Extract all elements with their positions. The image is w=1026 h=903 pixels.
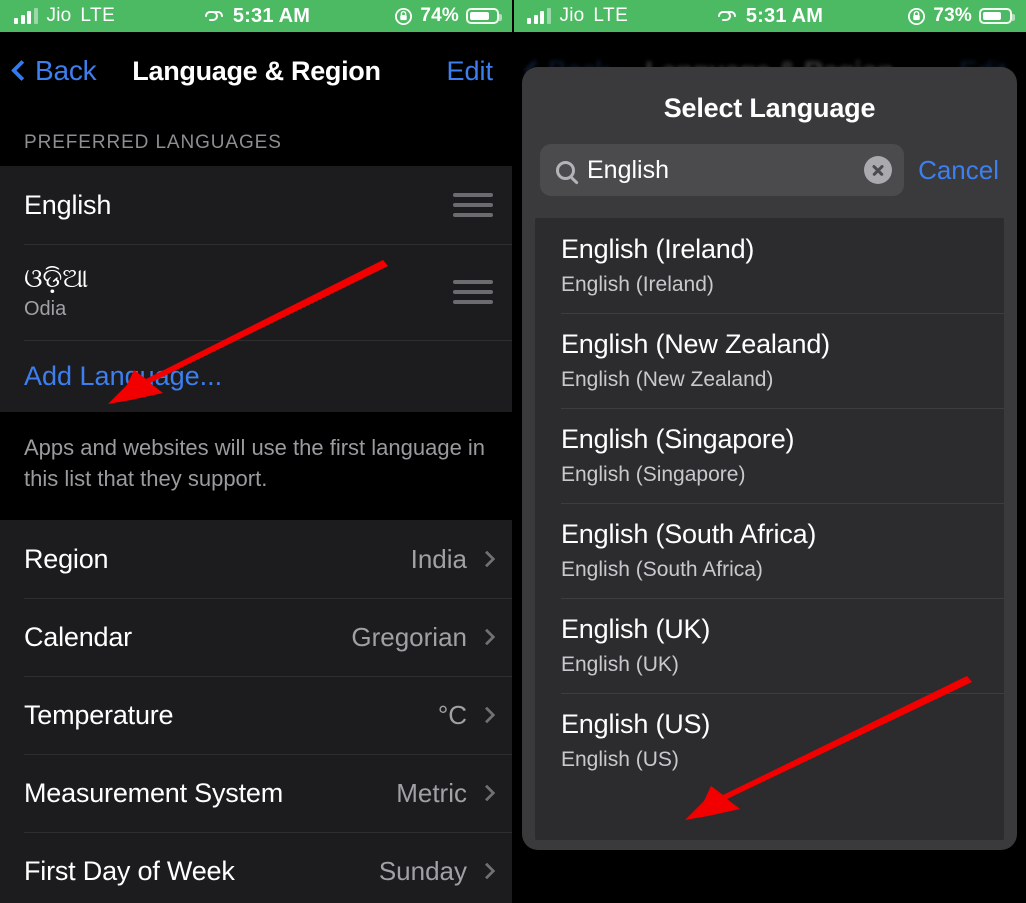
settings-row-calendar[interactable]: Calendar Gregorian xyxy=(0,598,513,676)
settings-row-label: Calendar xyxy=(24,621,132,652)
language-row-english[interactable]: English xyxy=(0,166,513,244)
back-button[interactable]: Back xyxy=(0,55,97,87)
language-name: English (South Africa) xyxy=(561,519,817,549)
list-item[interactable]: English (South Africa) English (South Af… xyxy=(535,503,1004,598)
sheet-title: Select Language xyxy=(663,93,876,123)
settings-row-value: Gregorian xyxy=(351,621,467,652)
left-navbar: Back Language & Region Edit xyxy=(0,32,513,110)
language-native-name: English (South Africa) xyxy=(561,558,763,581)
right-status-bar: Jio LTE 5:31 AM 73% xyxy=(513,0,1026,32)
language-name: English (UK) xyxy=(561,614,711,644)
screenshot-root: Jio LTE 5:31 AM 74% Back Language & Regi… xyxy=(0,0,1026,903)
chevron-right-icon xyxy=(478,784,496,802)
chevron-right-icon xyxy=(478,550,496,568)
language-name: English (Singapore) xyxy=(561,424,795,454)
search-bar: English Cancel xyxy=(522,144,1017,218)
search-icon xyxy=(556,160,575,180)
chevron-left-icon xyxy=(10,59,33,82)
list-item[interactable]: English (UK) English (UK) xyxy=(535,598,1004,693)
language-name: English (Ireland) xyxy=(561,234,755,264)
carrier-label: Jio xyxy=(559,5,585,26)
right-phone-pane: Jio LTE 5:31 AM 73% Select Language Engl… xyxy=(513,0,1026,903)
battery-icon xyxy=(979,8,1015,24)
edit-button[interactable]: Edit xyxy=(446,56,513,87)
clock-label: 5:31 AM xyxy=(745,4,824,27)
back-button-label: Back xyxy=(35,55,97,86)
cancel-button[interactable]: Cancel xyxy=(918,155,999,186)
list-item[interactable]: English (Ireland) English (Ireland) xyxy=(535,218,1004,313)
settings-row-label: Measurement System xyxy=(24,777,283,808)
chevron-right-icon xyxy=(478,706,496,724)
settings-row-label: First Day of Week xyxy=(24,855,235,886)
language-native-name: English (Ireland) xyxy=(561,273,714,296)
rotation-lock-icon xyxy=(395,7,413,25)
languages-footnote: Apps and websites will use the first lan… xyxy=(0,412,513,521)
left-phone-pane: Jio LTE 5:31 AM 74% Back Language & Regi… xyxy=(0,0,513,903)
language-results-list[interactable]: English (Ireland) English (Ireland) Engl… xyxy=(535,218,1004,840)
left-status-bar: Jio LTE 5:31 AM 74% xyxy=(0,0,513,32)
preferred-languages-header: PREFERRED LANGUAGES xyxy=(0,110,513,166)
settings-row-measurement-system[interactable]: Measurement System Metric xyxy=(0,754,513,832)
carrier-label: Jio xyxy=(46,5,72,26)
network-mode-label: LTE xyxy=(593,5,629,26)
clock-label: 5:31 AM xyxy=(232,4,311,27)
battery-icon xyxy=(466,8,502,24)
language-native-name: English (Singapore) xyxy=(561,463,746,486)
drag-handle-icon[interactable] xyxy=(453,193,493,217)
add-language-button[interactable]: Add Language... xyxy=(0,340,513,412)
settings-row-region[interactable]: Region India xyxy=(0,520,513,598)
chevron-right-icon xyxy=(478,628,496,646)
language-native-name: English (US) xyxy=(561,748,679,771)
settings-row-value: India xyxy=(410,543,467,574)
language-native-name: English (UK) xyxy=(561,653,679,676)
chain-link-icon xyxy=(204,11,223,21)
clear-circle-icon[interactable] xyxy=(864,156,893,184)
chain-link-icon xyxy=(717,11,736,21)
list-item[interactable]: English (Singapore) English (Singapore) xyxy=(535,408,1004,503)
pane-divider xyxy=(512,0,514,903)
network-mode-label: LTE xyxy=(80,5,116,26)
region-settings-group: Region India Calendar Gregorian Temperat… xyxy=(0,520,513,903)
drag-handle-icon[interactable] xyxy=(453,280,493,304)
language-name: English (New Zealand) xyxy=(561,329,830,359)
search-value: English xyxy=(587,155,669,184)
language-name: English xyxy=(24,189,112,220)
language-name: English (US) xyxy=(561,709,711,739)
language-row-odia[interactable]: ଓଡ଼ିଆ Odia xyxy=(0,244,513,340)
language-native-name: English (New Zealand) xyxy=(561,368,774,391)
signal-bars-icon xyxy=(527,8,551,24)
settings-row-value: Metric xyxy=(396,777,467,808)
battery-percent-label: 73% xyxy=(933,5,972,26)
chevron-right-icon xyxy=(478,862,496,880)
rotation-lock-icon xyxy=(908,7,926,25)
settings-row-value: °C xyxy=(437,699,467,730)
signal-bars-icon xyxy=(14,8,38,24)
preferred-languages-group: English ଓଡ଼ିଆ Odia Add Language... xyxy=(0,166,513,412)
select-language-sheet: Select Language English Cancel English (… xyxy=(522,67,1017,850)
settings-row-first-day-of-week[interactable]: First Day of Week Sunday xyxy=(0,832,513,903)
battery-percent-label: 74% xyxy=(420,5,459,26)
settings-row-label: Temperature xyxy=(24,699,174,730)
list-item[interactable]: English (New Zealand) English (New Zeala… xyxy=(535,313,1004,408)
settings-row-label: Region xyxy=(24,543,109,574)
list-item[interactable]: English (US) English (US) xyxy=(535,693,1004,788)
settings-row-temperature[interactable]: Temperature °C xyxy=(0,676,513,754)
language-native-name: Odia xyxy=(24,298,67,320)
settings-row-value: Sunday xyxy=(378,855,467,886)
search-input[interactable]: English xyxy=(540,144,905,196)
add-language-label: Add Language... xyxy=(24,360,223,391)
language-name: ଓଡ଼ିଆ xyxy=(24,263,89,293)
